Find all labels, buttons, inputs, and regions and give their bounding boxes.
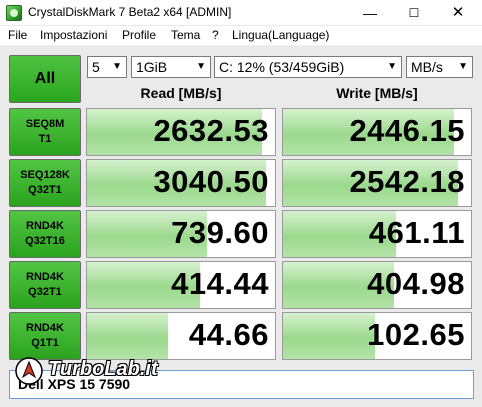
title-bar: CrystalDiskMark 7 Beta2 x64 [ADMIN] — ☐ … (0, 0, 482, 26)
read-result-value: 739.60 (171, 215, 269, 250)
chevron-down-icon: ▼ (458, 61, 468, 72)
test-name: SEQ128K (20, 169, 70, 181)
write-result-cell: 2542.18 (282, 159, 472, 207)
close-button[interactable]: ✕ (436, 0, 480, 26)
read-result-cell: 739.60 (86, 210, 276, 258)
menu-file[interactable]: File (8, 28, 27, 42)
read-result-cell: 414.44 (86, 261, 276, 309)
read-result-value: 44.66 (188, 317, 269, 352)
menu-profile[interactable]: Profile (122, 28, 156, 42)
read-result-bar (87, 313, 168, 359)
write-result-value: 102.65 (367, 317, 465, 352)
read-result-value: 414.44 (171, 266, 269, 301)
chevron-down-icon: ▼ (112, 61, 122, 72)
menu-bar: File Impostazioni Profile Tema ? Lingua(… (0, 26, 482, 46)
crystaldiskmark-app-icon (6, 5, 22, 21)
unit-value: MB/s (411, 59, 443, 75)
test-params: Q32T1 (28, 286, 62, 298)
write-result-cell: 102.65 (282, 312, 472, 360)
menu-tema[interactable]: Tema (171, 28, 200, 42)
count-value: 5 (92, 59, 100, 75)
test-params: Q32T16 (25, 235, 65, 247)
all-button[interactable]: All (9, 55, 81, 103)
write-result-cell: 461.11 (282, 210, 472, 258)
chevron-down-icon: ▼ (196, 61, 206, 72)
read-result-value: 3040.50 (153, 164, 269, 199)
write-result-value: 2542.18 (349, 164, 465, 199)
watermark-text: TurboLab.it (48, 358, 158, 380)
write-result-value: 2446.15 (349, 113, 465, 148)
watermark: TurboLab.it (14, 356, 174, 386)
chevron-down-icon: ▼ (387, 61, 397, 72)
test-params: Q32T1 (28, 184, 62, 196)
turbolab-rocket-icon (15, 357, 43, 385)
count-select[interactable]: 5 ▼ (87, 56, 127, 78)
write-result-value: 461.11 (368, 215, 465, 250)
test-params: T1 (38, 133, 52, 145)
test-name: RND4K (26, 271, 64, 283)
drive-select[interactable]: C: 12% (53/459GiB) ▼ (214, 56, 402, 78)
menu-help[interactable]: ? (212, 28, 219, 42)
test-name: SEQ8M (25, 118, 65, 130)
maximize-button[interactable]: ☐ (392, 0, 436, 26)
read-result-cell: 44.66 (86, 312, 276, 360)
minimize-button[interactable]: — (348, 0, 392, 26)
write-column-header: Write [MB/s] (336, 85, 418, 101)
write-result-bar (283, 313, 376, 359)
size-value: 1GiB (136, 59, 168, 75)
write-result-value: 404.98 (367, 266, 465, 301)
menu-language[interactable]: Lingua(Language) (232, 28, 329, 42)
test-rnd4k-q1t1-button[interactable]: RND4K Q1T1 (9, 312, 81, 360)
test-name: RND4K (26, 220, 64, 232)
write-result-cell: 2446.15 (282, 108, 472, 156)
test-params: Q1T1 (31, 337, 59, 349)
menu-impostazioni[interactable]: Impostazioni (40, 28, 107, 42)
window-title: CrystalDiskMark 7 Beta2 x64 [ADMIN] (28, 5, 232, 19)
drive-value: C: 12% (53/459GiB) (219, 59, 345, 75)
test-rnd4k-q32t1-button[interactable]: RND4K Q32T1 (9, 261, 81, 309)
test-name: RND4K (26, 322, 64, 334)
test-rnd4k-q32t16-button[interactable]: RND4K Q32T16 (9, 210, 81, 258)
read-result-value: 2632.53 (153, 113, 269, 148)
test-seq128k-q32t1-button[interactable]: SEQ128K Q32T1 (9, 159, 81, 207)
read-column-header: Read [MB/s] (140, 85, 222, 101)
size-select[interactable]: 1GiB ▼ (131, 56, 211, 78)
unit-select[interactable]: MB/s ▼ (406, 56, 473, 78)
read-result-cell: 2632.53 (86, 108, 276, 156)
test-seq8m-t1-button[interactable]: SEQ8M T1 (9, 108, 81, 156)
read-result-cell: 3040.50 (86, 159, 276, 207)
write-result-cell: 404.98 (282, 261, 472, 309)
